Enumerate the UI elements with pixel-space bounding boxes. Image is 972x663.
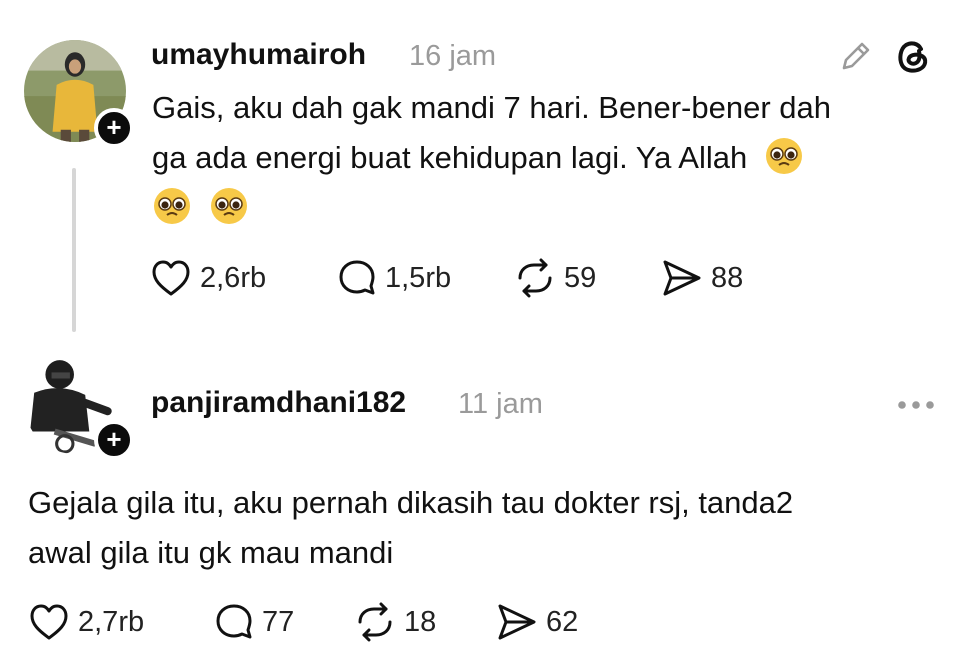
post-body-line-2: ga ada energi buat kehidupan lagi. Ya Al… xyxy=(152,133,952,183)
repost-icon xyxy=(358,602,392,642)
send-icon xyxy=(498,604,536,640)
edit-pencil-icon[interactable] xyxy=(838,38,874,79)
more-options-icon[interactable] xyxy=(896,398,936,416)
post-timestamp: 16 jam xyxy=(409,40,497,72)
thread-connector-line xyxy=(72,168,76,332)
comment-icon xyxy=(216,604,252,639)
reply-button[interactable]: 1,5rb xyxy=(337,258,451,298)
share-button[interactable]: 88 xyxy=(661,258,743,298)
share-count: 62 xyxy=(546,605,579,638)
follow-plus-button[interactable]: + xyxy=(94,108,134,148)
pleading-face-emoji xyxy=(152,186,192,226)
post-body: Gejala gila itu, aku pernah dikasih tau … xyxy=(28,478,948,578)
follow-plus-button[interactable]: + xyxy=(94,420,134,460)
post-body-line: Gais, aku dah gak mandi 7 hari. Bener-be… xyxy=(152,90,831,125)
like-button[interactable]: 2,7rb xyxy=(28,602,144,642)
post-body-line-2: awal gila itu gk mau mandi xyxy=(28,535,394,570)
post-timestamp: 11 jam xyxy=(458,388,543,420)
send-icon xyxy=(663,260,701,296)
reply-count: 77 xyxy=(262,605,295,638)
heart-icon xyxy=(30,604,68,640)
threads-logo-icon[interactable] xyxy=(894,37,932,80)
share-count: 88 xyxy=(711,261,744,294)
repost-icon xyxy=(518,258,552,298)
reply-button[interactable]: 77 xyxy=(214,602,294,642)
post-body-emoji-line xyxy=(152,183,952,233)
like-count: 2,6rb xyxy=(200,261,267,294)
post-body-line: Gejala gila itu, aku pernah dikasih tau … xyxy=(28,485,794,520)
heart-icon xyxy=(152,260,190,296)
pleading-face-emoji xyxy=(764,136,804,176)
post-body: Gais, aku dah gak mandi 7 hari. Bener-be… xyxy=(152,83,952,233)
share-button[interactable]: 62 xyxy=(496,602,578,642)
like-button[interactable]: 2,6rb xyxy=(150,258,266,298)
reply-count: 1,5rb xyxy=(385,261,452,294)
repost-count: 59 xyxy=(564,261,597,294)
threads-feed: + umayhumairoh 16 jam Gais, aku dah gak … xyxy=(0,0,972,663)
post-username[interactable]: umayhumairoh xyxy=(151,38,366,72)
pleading-face-emoji xyxy=(209,186,249,226)
repost-button[interactable]: 18 xyxy=(354,602,436,642)
post-username[interactable]: panjiramdhani182 xyxy=(151,386,406,420)
repost-count: 18 xyxy=(404,605,437,638)
repost-button[interactable]: 59 xyxy=(514,258,596,298)
comment-icon xyxy=(339,260,375,295)
like-count: 2,7rb xyxy=(78,605,145,638)
